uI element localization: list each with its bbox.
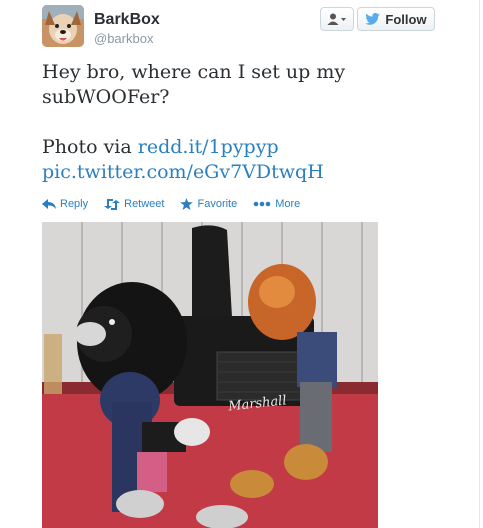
pic-link[interactable]: pic.twitter.com/eGv7VDtwqH xyxy=(42,161,324,183)
tweet-line-2: subWOOFer? xyxy=(42,86,170,108)
tweet-line-1: Hey bro, where can I set up my xyxy=(42,61,346,83)
reply-label: Reply xyxy=(60,198,89,210)
tweet-text: Hey bro, where can I set up my subWOOFer… xyxy=(42,60,462,185)
reply-button[interactable]: Reply xyxy=(42,198,88,210)
user-actions-button[interactable] xyxy=(320,7,354,31)
more-label: More xyxy=(275,198,301,210)
more-button[interactable]: More xyxy=(253,198,300,210)
retweet-label: Retweet xyxy=(124,198,165,210)
account-handle[interactable]: @barkbox xyxy=(94,31,153,46)
reddit-link[interactable]: redd.it/1pypyp xyxy=(138,136,279,158)
avatar[interactable] xyxy=(42,5,84,47)
more-dots-icon xyxy=(253,201,271,207)
dog-costume-photo: Marshall xyxy=(42,222,378,528)
user-dropdown-icon xyxy=(327,13,346,25)
tweet-photo-credit: Photo via redd.it/1pypyp xyxy=(42,135,462,160)
twitter-bird-icon xyxy=(365,13,381,25)
favorite-label: Favorite xyxy=(197,198,238,210)
star-icon xyxy=(180,198,194,210)
tweet-photo[interactable]: Marshall xyxy=(42,222,378,528)
timeline-border xyxy=(479,0,480,528)
reply-icon xyxy=(42,198,56,209)
retweet-button[interactable]: Retweet xyxy=(104,198,164,210)
tweet-actions: Reply Retweet Favorite More xyxy=(42,198,300,210)
follow-label: Follow xyxy=(385,11,427,27)
retweet-icon xyxy=(104,198,121,210)
dog-avatar-image xyxy=(42,5,84,47)
favorite-button[interactable]: Favorite xyxy=(180,198,237,210)
photo-via-label: Photo via xyxy=(42,136,132,158)
follow-button[interactable]: Follow xyxy=(357,7,435,31)
account-name[interactable]: BarkBox xyxy=(94,11,160,29)
